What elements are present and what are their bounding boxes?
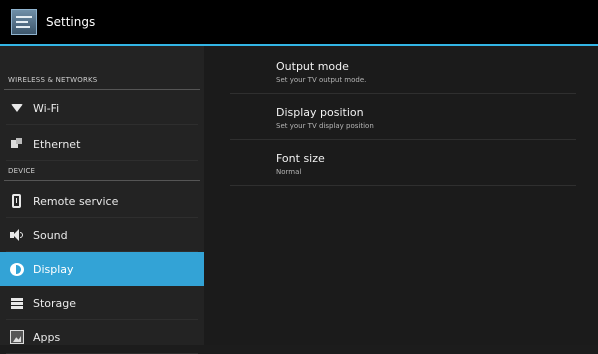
sidebar-item-label: Remote service <box>33 194 119 208</box>
sidebar-item-label: Wi-Fi <box>33 101 60 115</box>
pref-display-position[interactable]: Display position Set your TV display pos… <box>230 98 576 140</box>
phone-icon <box>10 194 24 208</box>
pref-font-size[interactable]: Font size Normal <box>230 144 576 186</box>
sidebar-item-wifi[interactable]: Wi-Fi <box>0 91 204 125</box>
sidebar-item-label: Apps <box>33 330 61 344</box>
settings-app-icon[interactable] <box>11 9 37 35</box>
sidebar-item-display[interactable]: Display <box>0 252 204 286</box>
pref-summary: Set your TV output mode. <box>276 76 367 84</box>
sidebar-item-sound[interactable]: Sound <box>0 218 204 252</box>
sidebar-item-remote-service[interactable]: Remote service <box>0 184 204 218</box>
pref-title: Display position <box>276 106 364 119</box>
pref-summary: Normal <box>276 168 302 176</box>
settings-sidebar: WIRELESS & NETWORKS Wi-Fi Ethernet DEVIC… <box>0 46 204 354</box>
pref-summary: Set your TV display position <box>276 122 374 130</box>
pref-output-mode[interactable]: Output mode Set your TV output mode. <box>230 52 576 94</box>
pref-title: Output mode <box>276 60 349 73</box>
sidebar-item-apps[interactable]: Apps <box>0 320 204 354</box>
sidebar-item-label: Storage <box>33 296 77 310</box>
pref-title: Font size <box>276 152 325 165</box>
section-header-wireless: WIRELESS & NETWORKS <box>0 70 204 90</box>
action-bar: Settings <box>0 0 598 46</box>
apps-icon <box>10 330 24 344</box>
storage-icon <box>10 296 24 310</box>
sidebar-item-ethernet[interactable]: Ethernet <box>0 127 204 161</box>
section-header-device: DEVICE <box>0 161 204 181</box>
speaker-icon <box>10 228 24 242</box>
wifi-icon <box>10 101 24 115</box>
sidebar-item-label: Ethernet <box>33 137 81 151</box>
display-icon <box>10 262 24 276</box>
sidebar-item-label: Sound <box>33 228 68 242</box>
app-title: Settings <box>46 15 96 29</box>
sidebar-item-storage[interactable]: Storage <box>0 286 204 320</box>
display-settings-panel: Output mode Set your TV output mode. Dis… <box>204 46 598 345</box>
ethernet-icon <box>10 137 24 151</box>
sidebar-item-label: Display <box>33 262 74 276</box>
